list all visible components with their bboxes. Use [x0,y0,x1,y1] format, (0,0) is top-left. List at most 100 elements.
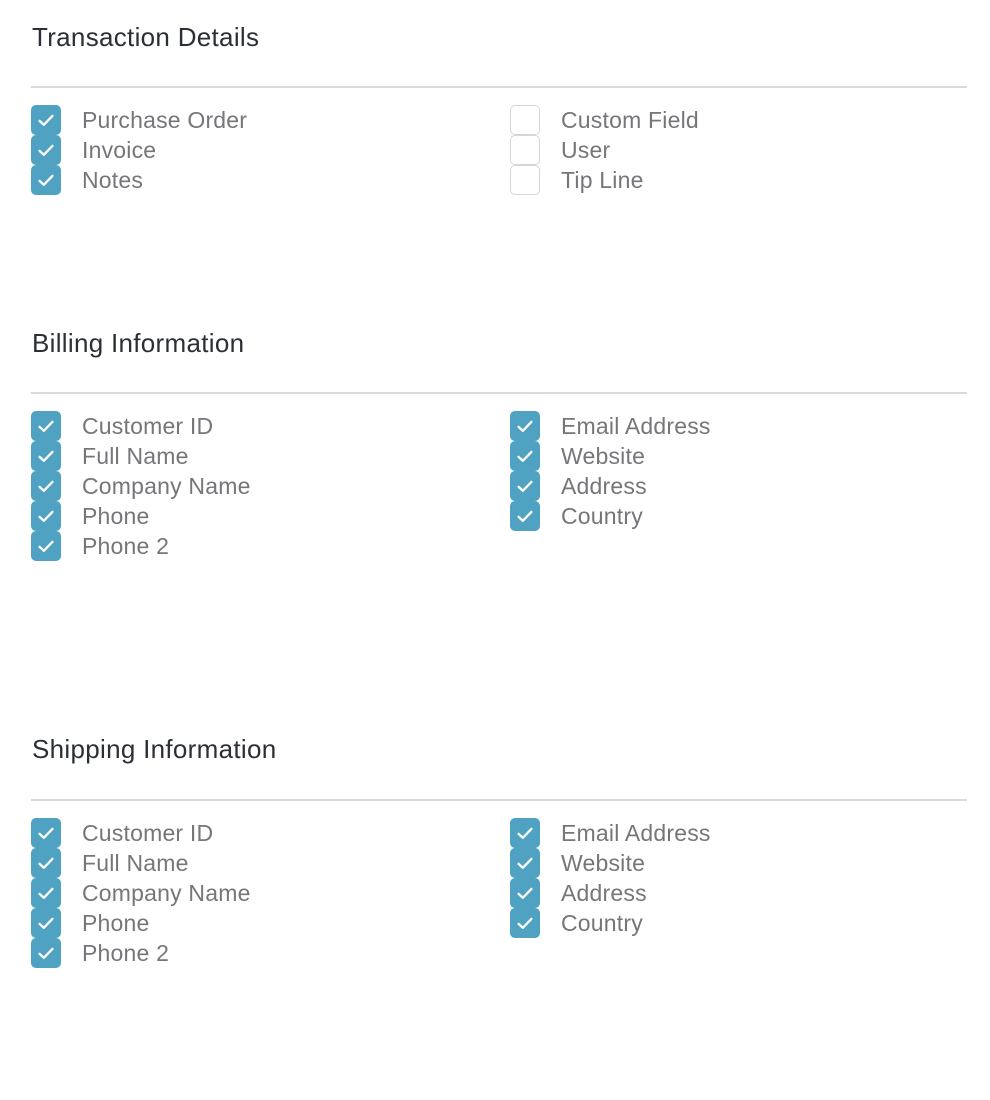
section-transaction-details: Transaction Details Purchase Order Invoic… [31,17,967,195]
option-country[interactable]: Country [510,908,967,938]
option-label: Tip Line [561,166,644,193]
option-label: Company Name [82,879,251,906]
checkbox[interactable] [31,848,61,878]
checkmark-icon [517,917,533,929]
checkbox[interactable] [510,908,540,938]
option-website[interactable]: Website [510,441,967,471]
option-label: Email Address [561,819,711,846]
option-label: Purchase Order [82,106,248,133]
checkbox[interactable] [31,441,61,471]
option-country[interactable]: Country [510,501,967,531]
option-address[interactable]: Address [510,878,967,908]
options-column-left: Customer ID Full Name Company Name Phone Pho… [31,411,510,561]
checkmark-icon [38,450,54,462]
checkmark-icon [38,917,54,929]
option-label: Address [561,879,647,906]
option-customer-id[interactable]: Customer ID [31,411,510,441]
checkmark-icon [38,144,54,156]
option-label: User [561,136,611,163]
option-custom-field[interactable]: Custom Field [510,105,967,135]
option-full-name[interactable]: Full Name [31,848,510,878]
checkbox[interactable] [510,165,540,195]
checkbox[interactable] [31,471,61,501]
option-phone[interactable]: Phone [31,501,510,531]
option-phone-2[interactable]: Phone 2 [31,531,510,561]
option-invoice[interactable]: Invoice [31,135,510,165]
checkmark-icon [517,827,533,839]
checkbox[interactable] [510,818,540,848]
option-label: Website [561,849,646,876]
checkmark-icon [38,510,54,522]
checkbox[interactable] [510,848,540,878]
checkmark-icon [38,947,54,959]
option-label: Country [561,502,643,529]
checkbox[interactable] [510,441,540,471]
checkmark-icon [38,174,54,186]
checkbox[interactable] [510,105,540,135]
option-label: Invoice [82,136,157,163]
checkmark-icon [38,857,54,869]
option-tip-line[interactable]: Tip Line [510,165,967,195]
option-phone-2[interactable]: Phone 2 [31,938,510,968]
options-column-right: Custom Field User Tip Line [510,105,967,195]
checkmark-icon [38,827,54,839]
option-label: Customer ID [82,819,214,846]
checkbox[interactable] [31,165,61,195]
checkmark-icon [38,887,54,899]
checkbox[interactable] [31,531,61,561]
checkbox[interactable] [31,938,61,968]
option-company-name[interactable]: Company Name [31,878,510,908]
checkbox[interactable] [510,135,540,165]
checkbox[interactable] [31,135,61,165]
option-email-address[interactable]: Email Address [510,818,967,848]
option-company-name[interactable]: Company Name [31,471,510,501]
option-user[interactable]: User [510,135,967,165]
checkbox[interactable] [31,818,61,848]
checkbox[interactable] [510,501,540,531]
option-full-name[interactable]: Full Name [31,441,510,471]
option-purchase-order[interactable]: Purchase Order [31,105,510,135]
checkmark-icon [517,480,533,492]
option-label: Notes [82,166,144,193]
field-settings-page: Transaction Details Purchase Order Invoic… [0,0,990,1100]
option-website[interactable]: Website [510,848,967,878]
option-label: Custom Field [561,106,699,133]
option-label: Website [561,442,646,469]
checkbox[interactable] [31,411,61,441]
checkbox[interactable] [510,878,540,908]
section-divider [31,799,967,801]
checkmark-icon [517,420,533,432]
section-title: Shipping Information [32,734,277,764]
option-label: Company Name [82,472,251,499]
checkbox[interactable] [31,501,61,531]
option-label: Email Address [561,412,711,439]
checkmark-icon [517,887,533,899]
checkbox[interactable] [31,878,61,908]
option-customer-id[interactable]: Customer ID [31,818,510,848]
checkbox[interactable] [510,411,540,441]
option-address[interactable]: Address [510,471,967,501]
option-label: Full Name [82,442,189,469]
checkbox[interactable] [510,471,540,501]
options-column-right: Email Address Website Address Country [510,818,967,938]
section-title: Billing Information [32,328,245,358]
checkmark-icon [517,510,533,522]
option-label: Phone 2 [82,532,170,559]
option-label: Address [561,472,647,499]
option-notes[interactable]: Notes [31,165,510,195]
section-billing-information: Billing Information Customer ID Full Name… [31,323,967,561]
section-title: Transaction Details [32,22,260,52]
option-phone[interactable]: Phone [31,908,510,938]
options-grid: Customer ID Full Name Company Name Phone Pho… [31,818,967,968]
checkbox[interactable] [31,908,61,938]
options-column-right: Email Address Website Address Country [510,411,967,531]
options-column-left: Customer ID Full Name Company Name Phone Pho… [31,818,510,968]
option-email-address[interactable]: Email Address [510,411,967,441]
option-label: Phone [82,909,150,936]
options-grid: Customer ID Full Name Company Name Phone Pho… [31,411,967,561]
option-label: Phone 2 [82,939,170,966]
checkmark-icon [38,114,54,126]
checkmark-icon [38,480,54,492]
checkbox[interactable] [31,105,61,135]
option-label: Phone [82,502,150,529]
